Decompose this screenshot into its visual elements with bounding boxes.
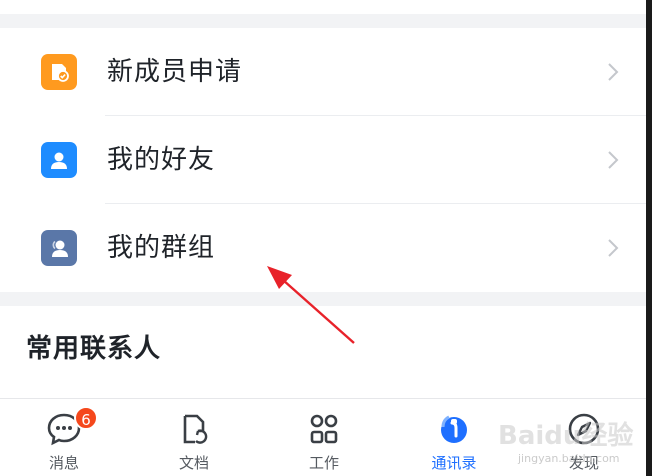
new-member-icon [41,54,77,90]
tab-label: 文档 [178,454,209,472]
friend-icon [41,142,77,178]
tab-label: 消息 [48,454,79,472]
workbench-icon [310,414,338,444]
menu-item-label: 我的好友 [107,145,216,175]
section-title: 常用联系人 [26,334,162,364]
chevron-right-icon [608,63,619,81]
tab-label: 通讯录 [431,454,477,472]
menu-item-my-groups[interactable]: 我的群组 [0,204,646,292]
document-icon [183,414,208,444]
chevron-right-icon [608,239,619,257]
bottom-tab-bar: 6 消息 文档 工作 通讯录 发现 [0,398,646,476]
tab-label: 发现 [568,454,599,472]
menu-item-new-member-request[interactable]: 新成员申请 [0,28,646,116]
chevron-right-icon [608,151,619,169]
menu-item-label: 我的群组 [107,233,216,263]
tab-label: 工作 [308,454,339,472]
frequent-contacts-section: 常用联系人 [0,306,646,398]
menu-item-my-friends[interactable]: 我的好友 [0,116,646,204]
tab-workbench[interactable]: 工作 [274,399,374,476]
contacts-icon [441,415,467,443]
tab-documents[interactable]: 文档 [144,399,244,476]
section-separator [0,292,646,306]
group-icon [41,230,77,266]
tab-contacts[interactable]: 通讯录 [404,399,504,476]
top-separator [0,0,652,28]
unread-badge: 6 [74,406,98,430]
tab-discover[interactable]: 发现 [534,399,634,476]
contact-menu-list: 新成员申请 我的好友 我的群组 [0,28,646,292]
tab-messages[interactable]: 6 消息 [14,399,114,476]
menu-item-label: 新成员申请 [107,57,243,87]
discover-icon [568,413,600,445]
screen-edge [646,0,652,476]
